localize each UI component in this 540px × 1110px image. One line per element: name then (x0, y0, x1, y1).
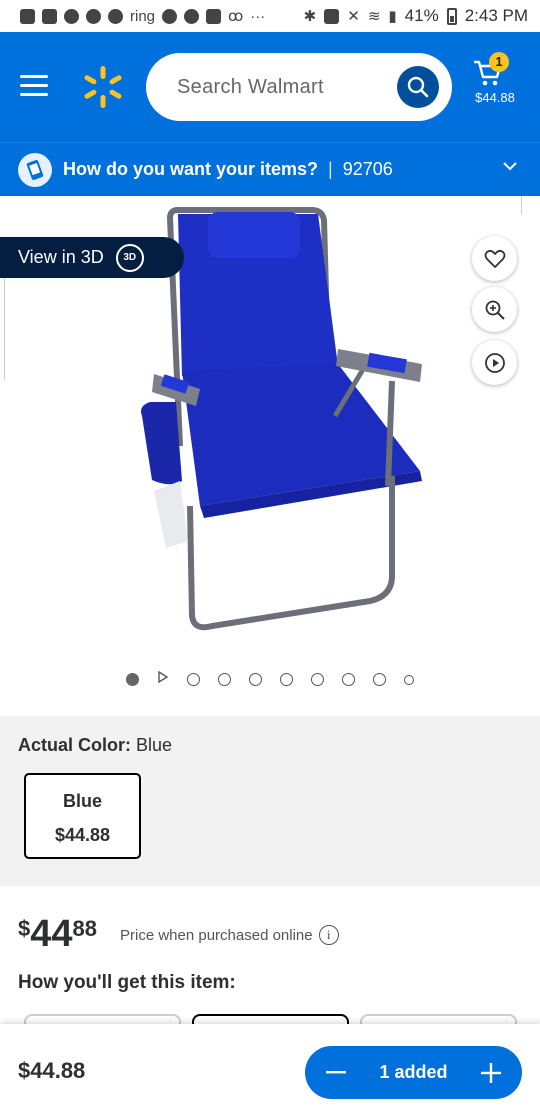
battery-percent: 41% (404, 6, 439, 25)
walmart-spark-logo[interactable] (80, 64, 126, 110)
snapchat-icon (64, 8, 79, 24)
carousel-dot[interactable] (249, 673, 262, 686)
delivery-selector[interactable]: How do you want your items? | 92706 (0, 142, 540, 196)
color-selector: Actual Color: Blue Blue $44.88 (0, 716, 540, 886)
voicemail-icon: ꝏ (228, 8, 244, 25)
product-price: $ 44 88 (18, 912, 97, 956)
cart-count-badge: 1 (489, 52, 509, 72)
color-label-value: Blue (136, 735, 173, 755)
more-icon: ··· (250, 7, 266, 25)
chevron-down-icon (503, 162, 517, 171)
search-bar[interactable] (146, 53, 452, 121)
carousel-dot[interactable] (218, 673, 231, 686)
signal-icon: ▮ (388, 8, 397, 25)
heart-icon (484, 249, 505, 268)
delivery-separator: | (328, 159, 333, 179)
carousel-dot[interactable] (373, 673, 386, 686)
swatch-price: $44.88 (54, 825, 111, 845)
price-note: Price when purchased online i (120, 925, 339, 945)
play-icon (158, 670, 169, 684)
zoom-in-icon (485, 300, 505, 320)
divider (521, 196, 522, 214)
color-label-key: Actual Color: (18, 735, 132, 755)
carousel-dot[interactable] (187, 673, 200, 686)
wifi-icon: ≋ (367, 8, 381, 25)
snapchat-icon (86, 8, 101, 24)
color-swatch-blue[interactable]: Blue $44.88 (24, 773, 141, 859)
snapchat-icon (108, 8, 123, 24)
nfc-icon (324, 8, 340, 24)
status-right: ✱ ✕ ≋ ▮ 41% 2:43 PM (304, 6, 528, 26)
increase-quantity-button[interactable] (478, 1060, 504, 1086)
app-header: 1 $44.88 (0, 32, 540, 142)
menu-icon[interactable] (20, 75, 48, 97)
favorite-button[interactable] (472, 236, 517, 281)
shopping-bag-icon (206, 8, 222, 24)
ring-icon: ring (130, 7, 156, 25)
play-video-button[interactable] (472, 340, 517, 385)
cart-button[interactable]: 1 $44.88 (467, 52, 523, 112)
fulfillment-heading: How you'll get this item: (18, 972, 236, 993)
account-icon (162, 8, 178, 24)
divider (0, 276, 5, 380)
zip-code: 92706 (342, 159, 393, 179)
price-dollars: 44 (30, 913, 73, 955)
add-to-cart-bar: $44.88 1 added (0, 1024, 540, 1110)
phone-delivery-icon (18, 152, 52, 187)
carousel-indicators (0, 670, 540, 689)
zoom-button[interactable] (472, 287, 517, 332)
mute-icon: ✕ (347, 8, 360, 25)
carousel-dot[interactable] (126, 673, 139, 686)
notification-icons: ring ꝏ ··· (20, 7, 265, 25)
battery-icon (446, 7, 457, 25)
color-label: Actual Color: Blue (18, 735, 172, 756)
bottom-price: $44.88 (18, 1058, 86, 1083)
carousel-dot[interactable] (280, 673, 293, 686)
search-button[interactable] (397, 66, 439, 108)
minus-icon (326, 1070, 346, 1073)
info-icon[interactable]: i (318, 925, 339, 945)
quantity-stepper[interactable]: 1 added (305, 1046, 522, 1099)
view-in-3d-label: View in 3D (18, 247, 104, 267)
carousel-video-dot[interactable] (157, 670, 169, 689)
price-currency: $ (18, 916, 31, 941)
search-input[interactable] (177, 75, 387, 99)
carousel-dot[interactable] (342, 673, 355, 686)
price-note-text: Price when purchased online (120, 926, 313, 944)
product-image-carousel[interactable]: View in 3D 3D (0, 196, 540, 716)
play-circle-icon (484, 352, 505, 373)
price-cents: 88 (72, 916, 98, 941)
status-bar: ring ꝏ ··· ✱ ✕ ≋ ▮ 41% 2:43 PM (0, 0, 540, 32)
decrease-quantity-button[interactable] (323, 1060, 349, 1086)
swatch-name: Blue (62, 791, 102, 811)
message-icon (20, 8, 35, 24)
delivery-prompt: How do you want your items? (63, 159, 319, 179)
plus-icon (481, 1062, 501, 1083)
bell-icon (184, 8, 200, 24)
cart-total: $44.88 (475, 90, 515, 105)
quantity-label: 1 added (379, 1062, 448, 1082)
carousel-dot[interactable] (404, 674, 414, 685)
carousel-dot[interactable] (311, 673, 324, 686)
clock: 2:43 PM (464, 6, 528, 25)
search-icon (407, 76, 429, 98)
view-in-3d-button[interactable]: View in 3D 3D (0, 237, 184, 278)
3d-icon: 3D (115, 243, 144, 272)
bluetooth-icon: ✱ (303, 8, 317, 25)
youtube-icon (42, 8, 57, 24)
